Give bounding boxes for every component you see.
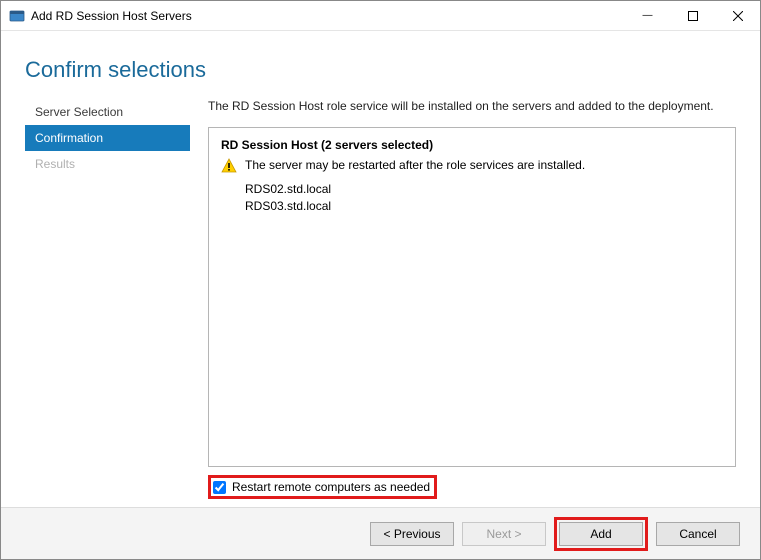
footer-buttons: < Previous Next > Add Cancel [1,507,760,559]
selection-panel: RD Session Host (2 servers selected) The… [208,127,736,467]
step-confirmation[interactable]: Confirmation [25,125,190,151]
window-controls: — [625,1,760,31]
page-title: Confirm selections [1,31,760,99]
restart-checkbox-row[interactable]: Restart remote computers as needed [208,475,437,499]
intro-text: The RD Session Host role service will be… [208,99,736,113]
step-results: Results [25,151,190,177]
cancel-button[interactable]: Cancel [656,522,740,546]
server-item: RDS03.std.local [245,199,723,213]
add-button[interactable]: Add [559,522,643,546]
minimize-button[interactable]: — [625,1,670,31]
restart-checkbox-label: Restart remote computers as needed [232,480,430,494]
content-area: The RD Session Host role service will be… [190,99,736,499]
warning-text: The server may be restarted after the ro… [245,158,585,172]
maximize-button[interactable] [670,1,715,31]
previous-button[interactable]: < Previous [370,522,454,546]
wizard-steps: Server Selection Confirmation Results [25,99,190,499]
window-title: Add RD Session Host Servers [31,9,192,23]
panel-title: RD Session Host (2 servers selected) [221,138,723,152]
step-server-selection[interactable]: Server Selection [25,99,190,125]
add-button-highlight: Add [554,517,648,551]
restart-checkbox[interactable] [213,481,226,494]
close-button[interactable] [715,1,760,31]
server-item: RDS02.std.local [245,182,723,196]
main-area: Server Selection Confirmation Results Th… [1,99,760,499]
server-list: RDS02.std.local RDS03.std.local [245,182,723,213]
next-button: Next > [462,522,546,546]
warning-row: The server may be restarted after the ro… [221,158,723,174]
title-bar: Add RD Session Host Servers — [1,1,760,31]
app-icon [9,8,25,24]
warning-icon [221,158,237,174]
